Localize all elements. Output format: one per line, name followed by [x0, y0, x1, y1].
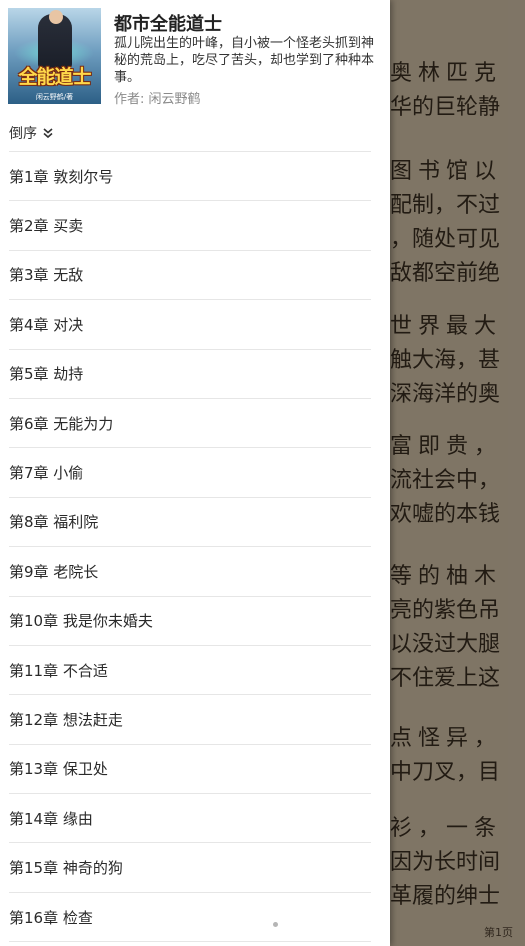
book-header: 全能道士 闲云野鹤/著 都市全能道士 孤儿院出生的叶峰，自小被一个怪老头抓到神秘…	[0, 0, 390, 112]
reader-line: 配制，不过	[390, 193, 501, 218]
cover-title: 全能道士	[18, 66, 91, 88]
chapter-item[interactable]: 第13章 保卫处	[9, 745, 371, 795]
chapter-item[interactable]: 第14章 缘由	[9, 794, 371, 844]
reader-line: 敌都空前绝	[390, 261, 501, 286]
reader-line: 点怪异，	[390, 726, 503, 751]
scroll-indicator	[273, 922, 278, 927]
chapter-item[interactable]: 第16章 检查	[9, 893, 371, 943]
chapter-item[interactable]: 第6章 无能为力	[9, 399, 371, 449]
reader-line: 奥林匹克	[390, 61, 503, 86]
chapter-item[interactable]: 第8章 福利院	[9, 498, 371, 548]
cover-author: 闲云野鹤/著	[35, 93, 74, 101]
reader-line	[390, 125, 525, 159]
reader-line: 深海洋的奥	[390, 382, 501, 407]
chapter-item[interactable]: 第15章 神奇的狗	[9, 843, 371, 893]
double-chevron-down-icon	[41, 126, 55, 140]
reader-line: ，随处可见	[390, 227, 501, 252]
sort-label: 倒序	[9, 126, 37, 142]
cover-figure-head	[49, 10, 63, 24]
chapter-item[interactable]: 第10章 我是你未婚夫	[9, 597, 371, 646]
book-title: 都市全能道士	[114, 14, 222, 35]
chapter-item[interactable]: 第3章 无敌	[9, 251, 371, 301]
reader-line: 流社会中，	[390, 468, 501, 493]
reader-line: 华的巨轮静	[390, 95, 501, 120]
chapter-item[interactable]: 第7章 小偷	[9, 448, 371, 498]
chapter-item[interactable]: 第4章 对决	[9, 300, 371, 350]
reader-line: 图书馆以	[390, 159, 503, 184]
book-author: 作者: 闲云野鹤	[114, 92, 201, 107]
chapter-list: 第1章 敦刻尔号 第2章 买卖 第3章 无敌 第4章 对决 第5章 劫持 第6章 无能为力…	[9, 152, 371, 943]
reader-line: 触大海，甚	[390, 348, 501, 373]
reader-line: 亮的紫色吊	[390, 598, 501, 623]
reader-line: 欢嘘的本钱	[390, 502, 501, 527]
reader-line: 等的柚木	[390, 564, 503, 589]
reader-line: 中刀叉，目	[390, 760, 501, 785]
reader-line: 不住爱上这	[390, 666, 501, 691]
chapter-drawer: 全能道士 闲云野鹤/著 都市全能道士 孤儿院出生的叶峰，自小被一个怪老头抓到神秘…	[0, 0, 390, 946]
reader-line: 因为长时间	[390, 850, 501, 875]
book-cover: 全能道士 闲云野鹤/著	[8, 8, 101, 104]
chapter-item[interactable]: 第9章 老院长	[9, 547, 371, 597]
reader-line: 以没过大腿	[390, 632, 501, 657]
sort-order-toggle[interactable]: 倒序	[9, 120, 55, 146]
reader-line: 革履的绅士	[390, 884, 501, 909]
chapter-item[interactable]: 第1章 敦刻尔号	[9, 152, 371, 202]
chapter-item[interactable]: 第5章 劫持	[9, 350, 371, 399]
reader-line: 衫，一条	[390, 816, 503, 841]
page-number: 第1页	[484, 926, 513, 939]
chapter-item[interactable]: 第2章 买卖	[9, 201, 371, 251]
chapter-item[interactable]: 第11章 不合适	[9, 646, 371, 696]
book-description: 孤儿院出生的叶峰，自小被一个怪老头抓到神秘的荒岛上，吃尽了苦头，却也学到了种种本…	[114, 36, 375, 85]
chapter-item[interactable]: 第12章 想法赶走	[9, 695, 371, 745]
reader-line: 世界最大	[390, 314, 503, 339]
reader-line: 富即贵，	[390, 434, 503, 459]
